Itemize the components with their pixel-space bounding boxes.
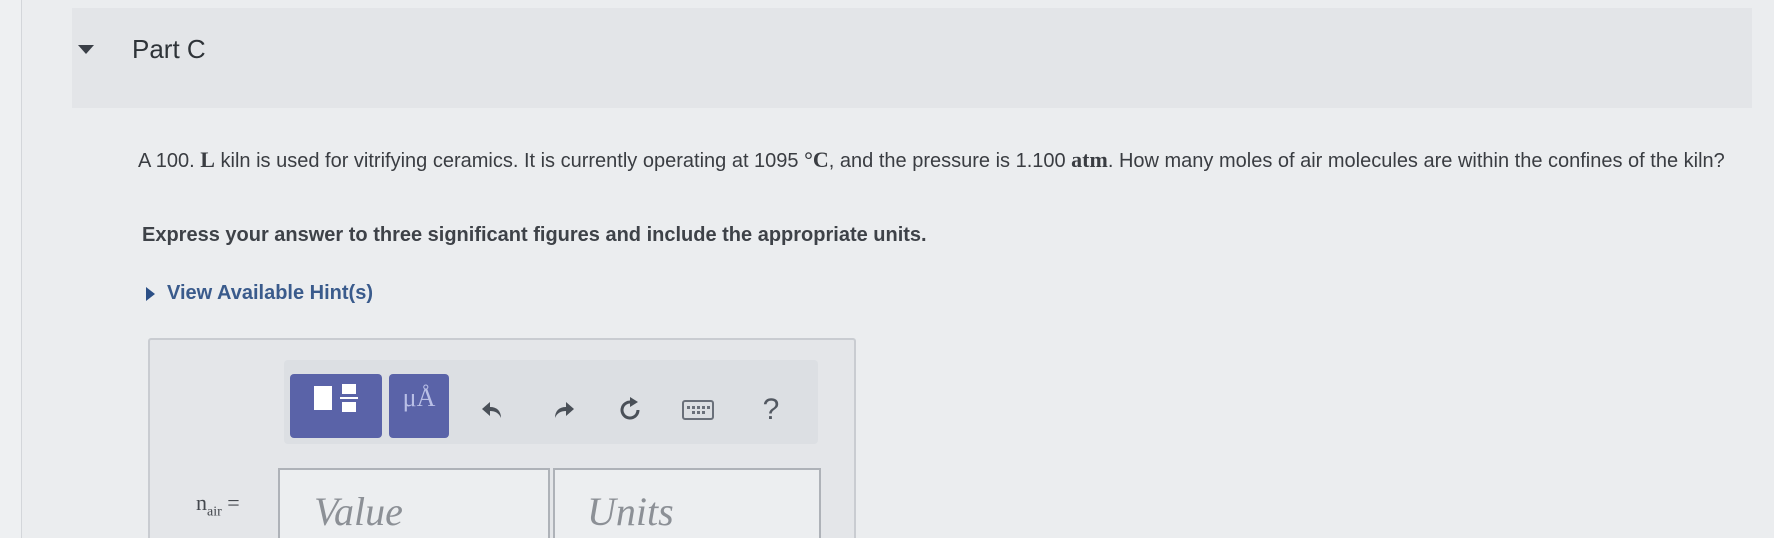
view-hints-link[interactable]: View Available Hint(s) [146, 282, 373, 305]
templates-icon [314, 384, 358, 412]
unit-atm: atm [1071, 147, 1108, 172]
unit-liters: L [200, 147, 215, 172]
expand-caret-icon [146, 286, 155, 301]
part-title: Part C [132, 34, 206, 64]
question-segment: . How many moles of air molecules are wi… [1107, 150, 1725, 172]
question-segment: , and the pressure is 1.100 [828, 150, 1072, 172]
collapse-caret-icon[interactable] [78, 45, 94, 54]
answer-variable-label: nair = [196, 490, 240, 520]
value-input[interactable] [278, 468, 550, 538]
keyboard-icon[interactable] [681, 393, 715, 427]
units-input[interactable] [553, 468, 821, 538]
redo-icon[interactable] [547, 393, 581, 427]
unit-celsius: °C [804, 147, 829, 172]
units-button-label: μÅ [402, 383, 436, 412]
reset-icon[interactable] [613, 393, 647, 427]
part-header[interactable] [72, 8, 1752, 108]
help-button[interactable]: ? [754, 393, 788, 427]
view-hints-label: View Available Hint(s) [167, 282, 373, 304]
undo-icon[interactable] [475, 393, 509, 427]
templates-button[interactable] [290, 374, 382, 438]
question-segment: kiln is used for vitrifying ceramics. It… [214, 150, 805, 172]
left-edge-strip [0, 0, 22, 538]
question-text: A 100. L kiln is used for vitrifying cer… [138, 146, 1738, 175]
equals-sign: = [227, 490, 240, 515]
variable-symbol: n [196, 490, 207, 515]
units-button[interactable]: μÅ [389, 374, 449, 438]
question-segment: A 100. [138, 150, 201, 172]
variable-subscript: air [207, 504, 222, 520]
answer-instructions: Express your answer to three significant… [142, 224, 927, 246]
